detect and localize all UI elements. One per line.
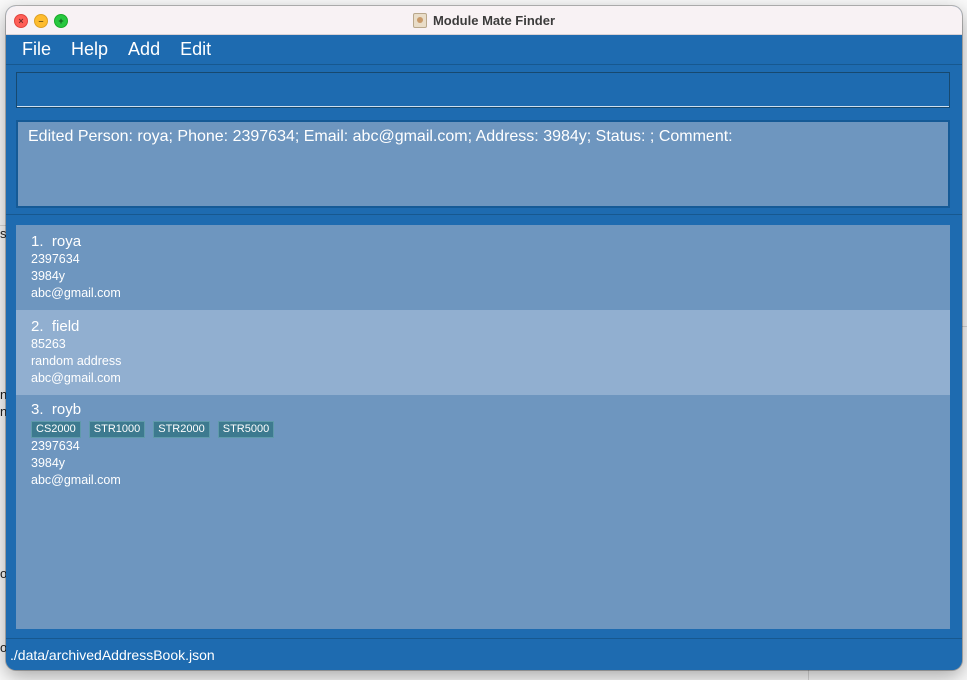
person-index: 3. [31, 401, 44, 418]
person-address: 3984y [31, 269, 66, 283]
person-phone: 2397634 [31, 439, 80, 453]
panel-divider [6, 214, 962, 215]
person-phone: 2397634 [31, 252, 80, 266]
menu-help[interactable]: Help [61, 39, 118, 60]
status-bar: ./data/archivedAddressBook.json [6, 638, 962, 670]
person-email: abc@gmail.com [31, 286, 121, 300]
tag-label: STR5000 [217, 421, 275, 438]
person-card-selected[interactable]: 2. field 85263 random address abc@gmail.… [16, 310, 950, 395]
person-name: roya [51, 233, 82, 250]
person-name: royb [51, 401, 82, 418]
command-input-underline [17, 106, 949, 107]
person-name-line: 1. roya [31, 233, 935, 251]
app-window: × – + Module Mate Finder File Help Add E… [6, 6, 962, 670]
menu-add[interactable]: Add [118, 39, 170, 60]
person-card[interactable]: 1. roya 2397634 3984y abc@gmail.com [16, 225, 950, 310]
window-title: Module Mate Finder [6, 6, 962, 34]
person-index: 1. [31, 233, 44, 250]
tag-label: CS2000 [31, 421, 81, 438]
tag-label: STR1000 [88, 421, 146, 438]
person-address: 3984y [31, 456, 66, 470]
result-display: Edited Person: roya; Phone: 2397634; Ema… [16, 120, 950, 208]
person-card[interactable]: 3. royb CS2000 STR1000 STR2000 STR5000 2… [16, 395, 950, 495]
person-email: abc@gmail.com [31, 473, 121, 487]
result-text: Edited Person: roya; Phone: 2397634; Ema… [28, 128, 733, 145]
person-address: random address [31, 354, 122, 368]
person-list[interactable]: 1. roya 2397634 3984y abc@gmail.com 2. f… [16, 225, 950, 629]
person-tags: CS2000 STR1000 STR2000 STR5000 [31, 421, 935, 438]
window-title-text: Module Mate Finder [432, 12, 556, 28]
address-book-app-icon [412, 12, 427, 28]
command-box [16, 72, 950, 108]
menu-edit[interactable]: Edit [170, 39, 221, 60]
person-index: 2. [31, 318, 44, 335]
background-divider [808, 670, 809, 680]
person-name-line: 3. royb [31, 401, 935, 419]
menu-bar: File Help Add Edit [6, 35, 962, 65]
save-location: ./data/archivedAddressBook.json [10, 647, 215, 663]
person-name-line: 2. field [31, 318, 935, 336]
tag-label: STR2000 [153, 421, 210, 438]
background-divider [962, 326, 967, 327]
person-email: abc@gmail.com [31, 371, 121, 385]
person-name: field [51, 318, 80, 335]
person-phone: 85263 [31, 337, 66, 351]
title-bar[interactable]: × – + Module Mate Finder [6, 6, 962, 35]
menu-file[interactable]: File [12, 39, 61, 60]
command-input[interactable] [17, 73, 949, 107]
